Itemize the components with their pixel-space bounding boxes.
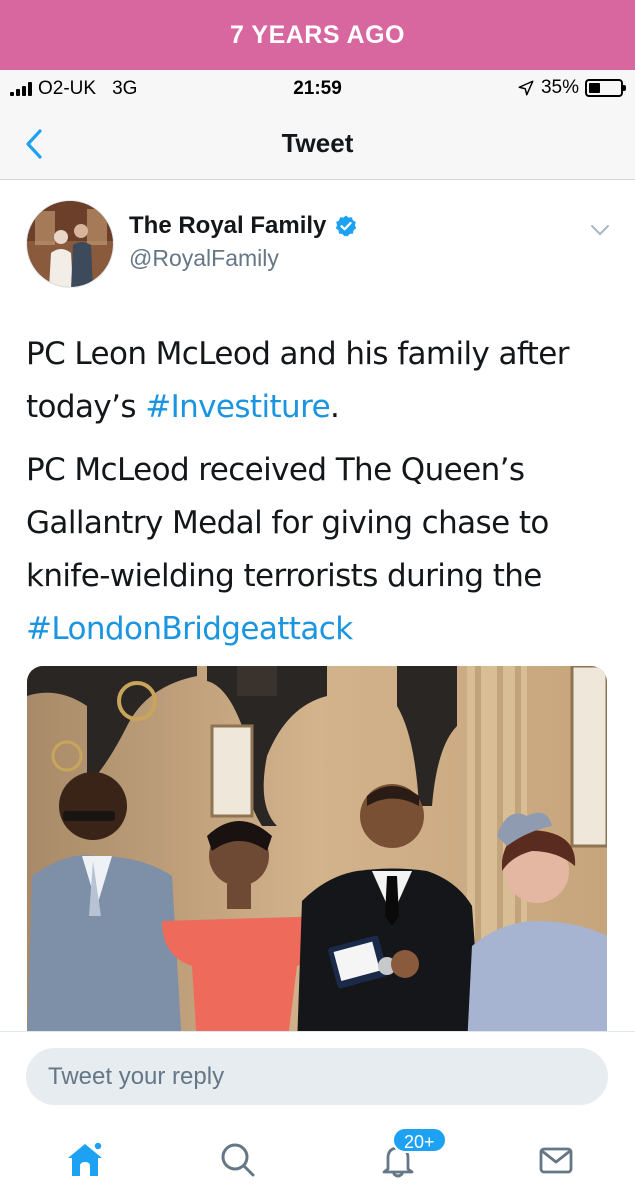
hashtag-link[interactable]: #Investiture bbox=[145, 389, 330, 425]
back-button[interactable] bbox=[16, 126, 52, 162]
signal-strength-icon bbox=[10, 82, 32, 96]
chevron-left-icon bbox=[26, 129, 42, 159]
tab-messages[interactable] bbox=[531, 1135, 581, 1185]
tweet-text-run: . bbox=[330, 389, 340, 425]
status-bar: O2-UK 3G 21:59 35% bbox=[0, 70, 635, 108]
tweet-photo[interactable] bbox=[27, 666, 607, 1031]
battery-icon bbox=[585, 79, 626, 97]
author-name[interactable]: The Royal Family bbox=[129, 212, 358, 240]
page-title: Tweet bbox=[281, 128, 354, 158]
navigation-bar: Tweet bbox=[0, 108, 635, 180]
photo-illustration bbox=[27, 666, 607, 1031]
search-icon bbox=[221, 1143, 255, 1177]
notifications-badge: 20+ bbox=[392, 1127, 447, 1153]
hashtag-link[interactable]: #LondonBridgeattack bbox=[26, 611, 353, 647]
reply-input[interactable]: Tweet your reply bbox=[26, 1048, 608, 1105]
tweet-text: PC Leon McLeod and his family after toda… bbox=[26, 328, 616, 666]
messages-icon bbox=[539, 1147, 573, 1174]
tab-search[interactable] bbox=[213, 1135, 263, 1185]
location-arrow-icon bbox=[518, 80, 534, 96]
reply-bar: Tweet your reply bbox=[0, 1031, 635, 1117]
battery-percent: 35% bbox=[540, 77, 579, 98]
network-type: 3G bbox=[112, 78, 138, 99]
tweet: The Royal Family @RoyalFamily PC Leon Mc… bbox=[0, 181, 635, 1031]
author-handle[interactable]: @RoyalFamily bbox=[129, 245, 279, 272]
avatar-photo bbox=[27, 201, 113, 287]
tweet-text-run: PC McLeod received The Queen’s Gallantry… bbox=[26, 452, 549, 594]
tweet-paragraph: PC McLeod received The Queen’s Gallantry… bbox=[26, 444, 616, 656]
chevron-down-icon[interactable] bbox=[589, 219, 611, 241]
carrier-name: O2-UK bbox=[38, 78, 97, 99]
author-name-text: The Royal Family bbox=[129, 212, 327, 239]
home-icon bbox=[68, 1141, 103, 1176]
tab-bar: 20+ bbox=[0, 1117, 635, 1200]
tweet-paragraph: PC Leon McLeod and his family after toda… bbox=[26, 328, 616, 434]
avatar[interactable] bbox=[26, 200, 114, 288]
verified-badge-icon bbox=[336, 215, 357, 237]
memory-banner: 7 YEARS AGO bbox=[0, 0, 635, 70]
tab-home[interactable] bbox=[60, 1135, 110, 1185]
memory-banner-text: 7 YEARS AGO bbox=[230, 20, 405, 49]
